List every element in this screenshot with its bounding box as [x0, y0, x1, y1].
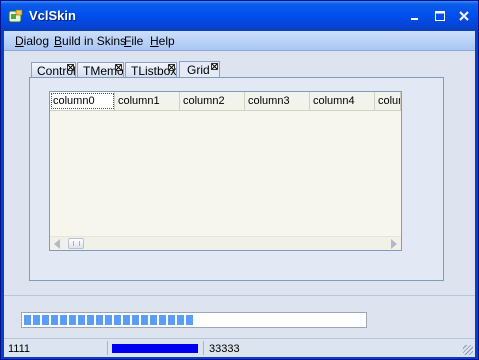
grid-column-header[interactable]: column5 — [375, 92, 401, 110]
menu-dialog[interactable]: Dialog — [15, 34, 49, 48]
main-window: VclSkin Dialog Build in Skins File Help … — [0, 0, 479, 360]
grid-header-row: column0 column1 column2 column3 column4 … — [50, 92, 401, 111]
status-panel-3: 33333 — [209, 343, 240, 355]
menu-build-label: uild in Skins — [62, 34, 127, 48]
menu-file[interactable]: File — [124, 34, 143, 48]
menu-dialog-accel: D — [15, 34, 24, 48]
tab-control[interactable]: Control — [31, 62, 76, 78]
maximize-button[interactable] — [432, 8, 448, 24]
menu-help[interactable]: Help — [150, 34, 175, 48]
grid-column-header[interactable]: column3 — [245, 92, 310, 110]
minimize-button[interactable] — [407, 8, 423, 24]
grid-column-header[interactable]: column0 — [50, 92, 115, 110]
progress-fill — [24, 315, 194, 325]
menu-bar: Dialog Build in Skins File Help — [4, 31, 475, 51]
tab-close-icon[interactable] — [211, 63, 218, 70]
title-bar[interactable]: VclSkin — [1, 1, 478, 31]
status-progress-indicator — [112, 344, 198, 353]
scroll-thumb[interactable] — [68, 238, 84, 249]
menu-build-accel: B — [54, 34, 63, 48]
vclskin-app-icon — [8, 9, 23, 23]
close-button[interactable] — [456, 8, 472, 24]
grid-tab-page: column0 column1 column2 column3 column4 … — [29, 77, 444, 281]
maximize-icon — [435, 11, 445, 21]
scroll-left-icon[interactable] — [54, 239, 60, 249]
tab-tlistbox[interactable]: TListbox — [125, 62, 177, 78]
status-divider — [203, 341, 204, 355]
close-icon — [459, 11, 469, 21]
status-panel-1: 1111 — [8, 343, 31, 355]
resize-grip-icon[interactable] — [463, 345, 473, 355]
tab-grid[interactable]: Grid — [179, 61, 220, 78]
menu-help-accel: H — [150, 34, 159, 48]
menu-dialog-label: ialog — [23, 34, 50, 48]
menu-file-label: ile — [131, 34, 144, 48]
tab-close-icon[interactable] — [168, 64, 175, 71]
separator — [4, 295, 475, 296]
grid-column-header[interactable]: column4 — [310, 92, 375, 110]
tab-close-icon[interactable] — [115, 64, 122, 71]
horizontal-scrollbar[interactable] — [50, 236, 401, 250]
client-area: Dialog Build in Skins File Help Control … — [4, 31, 475, 357]
minimize-icon — [411, 18, 418, 20]
scroll-right-icon[interactable] — [391, 239, 397, 249]
progress-bar — [21, 312, 367, 328]
grid-column-header[interactable]: column1 — [115, 92, 180, 110]
tab-close-icon[interactable] — [67, 64, 74, 71]
menu-help-label: elp — [158, 34, 175, 48]
status-divider — [107, 341, 108, 355]
status-bar: 1111 33333 — [4, 338, 475, 357]
string-grid[interactable]: column0 column1 column2 column3 column4 … — [49, 91, 402, 251]
tab-tmemo[interactable]: TMemo — [77, 62, 124, 78]
grid-column-header[interactable]: column2 — [180, 92, 245, 110]
window-title: VclSkin — [29, 8, 76, 23]
menu-build-in-skins[interactable]: Build in Skins — [54, 34, 126, 48]
tab-grid-label: Grid — [187, 63, 210, 77]
